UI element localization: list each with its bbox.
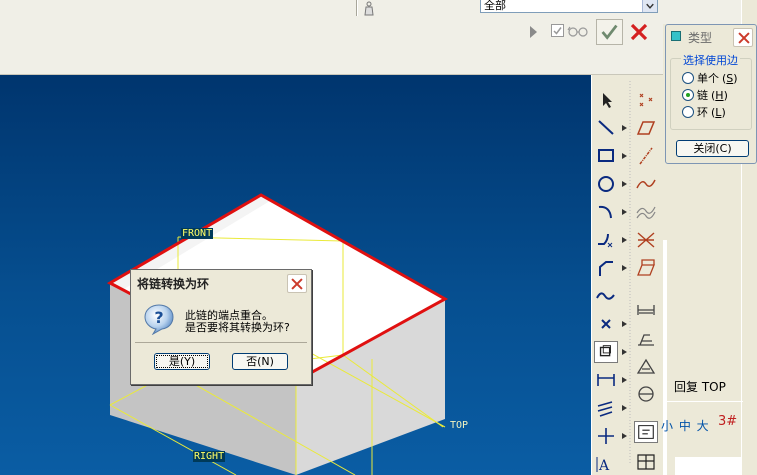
datum-curve-icon[interactable] [634,173,658,195]
svg-text:A: A [598,458,610,474]
datum-plane-icon[interactable] [634,117,658,139]
question-icon: ? [144,304,174,335]
datum-point-icon[interactable] [634,89,658,111]
filter-select-value: 全部 [484,0,506,12]
flyout-arrow-icon[interactable] [622,237,627,243]
dimension-icon[interactable] [594,369,618,391]
select-arrow-icon[interactable] [594,89,618,111]
horizontal-dimension-icon[interactable] [634,299,658,321]
flyout-arrow-icon[interactable] [622,209,627,215]
radio-button-selected[interactable] [682,89,694,101]
checkmark-icon [601,24,618,40]
flyout-arrow-icon[interactable] [622,265,627,271]
note-icon[interactable] [634,421,658,443]
flyout-arrow-icon[interactable] [622,405,627,411]
fillet-icon[interactable] [594,229,618,251]
top-datum-label: TOP [450,420,469,431]
toolbar-separator [356,0,358,16]
radio-chain[interactable]: 链 (H) [682,87,728,103]
spline-icon[interactable] [594,285,618,307]
svg-text:?: ? [154,308,163,327]
flyout-arrow-icon[interactable] [622,153,627,159]
flyout-arrow-icon[interactable] [622,181,627,187]
edge-group-label: 选择使用边 [681,52,740,68]
flyout-arrow-icon[interactable] [622,433,627,439]
intersect-icon[interactable] [634,229,658,251]
type-dialog-icon [671,31,681,41]
use-edge-icon[interactable] [594,341,618,363]
checkbox-icon[interactable] [551,24,564,37]
font-size-label[interactable]: 小 中 大 [661,417,710,434]
front-datum-label: FRONT [181,228,214,239]
glasses-icon[interactable] [567,25,589,37]
radio-single-key: (S) [722,71,738,85]
type-dialog: 类型 选择使用边 单个 (S) 链 (H) 环 (L) 关闭(C) [665,24,757,164]
radio-button[interactable] [682,72,694,84]
restore-top-label[interactable]: 回复 TOP [674,378,726,395]
close-icon[interactable] [733,28,753,47]
dialog-title: 将链转换为环 [137,277,210,291]
radio-loop-label: 环 [697,106,708,119]
right-panel-edge [663,240,667,475]
panel-divider [663,401,743,402]
ok-button[interactable] [596,19,623,45]
rectangle-icon[interactable] [594,145,618,167]
surface-finish-icon[interactable] [634,327,658,349]
modify-icon[interactable] [594,397,618,419]
filter-select[interactable]: 全部 [480,0,658,13]
radio-chain-key: (H) [711,88,728,102]
cancel-close-icon[interactable] [626,19,652,45]
weight-icon[interactable] [362,0,376,16]
geometric-tolerance-icon[interactable] [634,383,658,405]
flyout-arrow-icon[interactable] [622,377,627,383]
dialog-titlebar[interactable]: 将链转换为环 [131,270,311,295]
datum-axis-icon[interactable] [634,145,658,167]
line-icon[interactable] [594,117,618,139]
right-datum-label: RIGHT [193,451,226,462]
panel-input-area[interactable] [675,457,741,475]
dialog-separator [135,342,307,343]
flyout-arrow-icon[interactable] [622,321,627,327]
convert-chain-dialog: 将链转换为环 ? 此链的端点重合。 是否要将其转换为环? 是(Y) 否(N) [130,269,312,385]
chamfer-icon[interactable] [594,257,618,279]
play-icon[interactable] [528,25,538,39]
radio-loop-key: (L) [711,105,726,119]
top-toolbar: 全部 [0,0,757,75]
offset-curve-icon[interactable] [634,201,658,223]
font-size-value: 3# [718,414,738,429]
yes-button[interactable]: 是(Y) [154,353,210,370]
circle-icon[interactable] [594,173,618,195]
arc-icon[interactable] [594,201,618,223]
no-button[interactable]: 否(N) [232,353,288,370]
sketch-tool-palette: A [591,75,663,475]
dialog-message-line2: 是否要将其转换为环? [185,321,290,334]
radio-single-label: 单个 [697,72,719,85]
flyout-arrow-icon[interactable] [622,349,627,355]
chevron-down-icon[interactable] [642,0,657,12]
point-icon[interactable] [594,313,618,335]
flyout-arrow-icon[interactable] [622,125,627,131]
radio-single[interactable]: 单个 (S) [682,70,738,86]
radio-chain-label: 链 [697,89,708,102]
datum-target-icon[interactable] [634,355,658,377]
constraint-icon[interactable] [594,425,618,447]
close-icon[interactable] [287,274,307,293]
datum-coordsys-icon[interactable] [634,257,658,279]
table-icon[interactable] [634,451,658,473]
type-dialog-title: 类型 [688,31,713,45]
text-icon[interactable]: A [594,453,618,475]
radio-button[interactable] [682,106,694,118]
close-button[interactable]: 关闭(C) [676,140,749,157]
radio-loop[interactable]: 环 (L) [682,104,726,120]
